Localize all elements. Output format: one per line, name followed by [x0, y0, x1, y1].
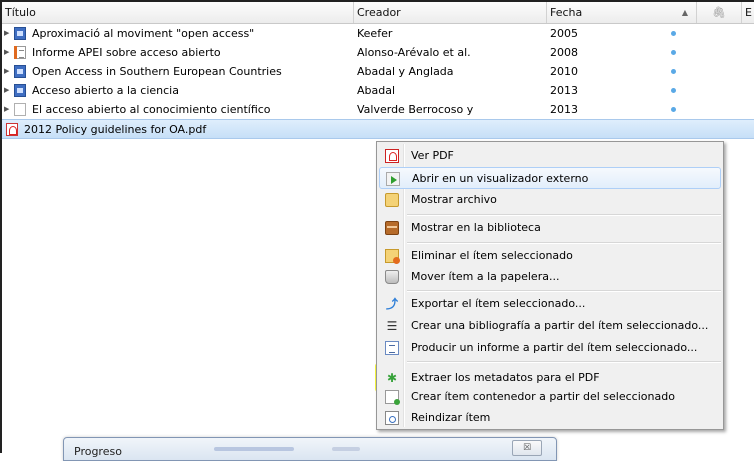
book-icon	[14, 84, 26, 97]
column-date-label: Fecha	[550, 6, 583, 19]
document-icon	[14, 103, 26, 116]
table-row[interactable]: ▶ El acceso abierto al conocimiento cien…	[2, 100, 754, 119]
menu-item-reindex[interactable]: Reindizar ítem	[379, 407, 721, 429]
column-header-creator[interactable]: Creador	[354, 2, 547, 23]
menu-item-label: Producir un informe a partir del ítem se…	[411, 341, 698, 354]
expand-arrow-icon[interactable]: ▶	[4, 24, 9, 43]
row-title: Open Access in Southern European Countri…	[32, 65, 282, 78]
menu-item-open-external[interactable]: Abrir en un visualizador externo	[379, 167, 721, 189]
row-title: El acceso abierto al conocimiento cientí…	[32, 103, 271, 116]
folder-icon	[385, 193, 399, 207]
bibliography-icon: ☰	[386, 319, 398, 333]
attachment-dot-icon	[671, 107, 676, 112]
delete-icon	[385, 249, 400, 264]
book-section-icon	[14, 27, 26, 40]
close-icon[interactable]: ☒	[512, 440, 542, 456]
table-row[interactable]: ▶ Open Access in Southern European Count…	[2, 62, 754, 81]
attachment-dot-icon	[671, 69, 676, 74]
attachment-dot-icon	[671, 50, 676, 55]
menu-item-show-in-library[interactable]: Mostrar en la biblioteca	[379, 217, 721, 239]
reindex-icon	[385, 411, 399, 425]
row-date: 2008	[550, 46, 578, 59]
pdf-icon	[385, 149, 399, 163]
row-date: 2010	[550, 65, 578, 78]
row-title: Aproximació al moviment "open access"	[32, 27, 255, 40]
row-title: 2012 Policy guidelines for OA.pdf	[24, 123, 207, 136]
menu-item-label: Mostrar archivo	[411, 193, 497, 206]
menu-separator	[407, 214, 721, 216]
library-icon	[385, 221, 399, 235]
menu-item-label: Exportar el ítem seleccionado...	[411, 297, 586, 310]
progress-dialog-text-blur	[332, 447, 360, 451]
table-row-selected[interactable]: 2012 Policy guidelines for OA.pdf	[2, 119, 754, 139]
row-title: Acceso abierto a la ciencia	[32, 84, 179, 97]
menu-item-view-pdf[interactable]: Ver PDF	[379, 145, 721, 167]
menu-item-label: Reindizar ítem	[411, 411, 491, 424]
row-date: 2005	[550, 27, 578, 40]
row-creator: Abadal	[357, 84, 396, 97]
menu-item-export[interactable]: ⤴ Exportar el ítem seleccionado...	[379, 293, 721, 315]
menu-separator	[407, 361, 721, 363]
column-extra-label: E	[745, 6, 752, 19]
sort-ascending-icon: ▲	[681, 8, 688, 17]
menu-separator	[407, 290, 721, 292]
row-creator: Keefer	[357, 27, 393, 40]
row-date: 2013	[550, 103, 578, 116]
row-creator: Alonso-Arévalo et al.	[357, 46, 471, 59]
trash-icon	[385, 270, 399, 284]
menu-separator	[407, 242, 721, 244]
progress-dialog-text-blur	[214, 447, 294, 451]
expand-arrow-icon[interactable]: ▶	[4, 43, 9, 62]
table-row[interactable]: ▶ Informe APEI sobre acceso abierto Alon…	[2, 43, 754, 62]
menu-item-label: Mover ítem a la papelera...	[411, 270, 560, 283]
menu-item-move-to-trash[interactable]: Mover ítem a la papelera...	[379, 266, 721, 288]
column-header-attachments[interactable]: 🖇	[697, 2, 742, 23]
items-table-header: Título Creador Fecha ▲ 🖇 E	[2, 2, 754, 24]
progress-dialog: Progreso ☒	[63, 437, 557, 461]
report-icon	[14, 46, 26, 59]
menu-item-label: Mostrar en la biblioteca	[411, 221, 541, 234]
book-icon	[14, 65, 26, 78]
column-title-label: Título	[5, 6, 36, 19]
menu-item-label: Eliminar el ítem seleccionado	[411, 249, 573, 262]
menu-item-show-file[interactable]: Mostrar archivo	[379, 189, 721, 211]
column-creator-label: Creador	[357, 6, 401, 19]
expand-arrow-icon[interactable]: ▶	[4, 62, 9, 81]
report-icon	[385, 341, 399, 355]
column-header-extra[interactable]: E	[742, 2, 754, 23]
menu-item-generate-report[interactable]: Producir un informe a partir del ítem se…	[379, 337, 721, 359]
expand-arrow-icon[interactable]: ▶	[4, 81, 9, 100]
table-row[interactable]: ▶ Aproximació al moviment "open access" …	[2, 24, 754, 43]
menu-item-label: Ver PDF	[411, 149, 454, 162]
attachment-dot-icon	[671, 31, 676, 36]
menu-item-label: Crear ítem contenedor a partir del selec…	[411, 390, 675, 403]
paperclip-icon: 🖇	[712, 6, 726, 19]
context-menu: Ver PDF Abrir en un visualizador externo…	[376, 141, 724, 430]
menu-item-label: Crear una bibliografía a partir del ítem…	[411, 319, 709, 332]
menu-item-create-parent[interactable]: Crear ítem contenedor a partir del selec…	[379, 386, 721, 408]
export-icon: ⤴	[385, 297, 398, 311]
column-header-date[interactable]: Fecha ▲	[547, 2, 697, 23]
puzzle-icon: ✱	[386, 371, 398, 385]
open-external-icon	[386, 172, 400, 186]
row-creator: Abadal y Anglada	[357, 65, 454, 78]
attachment-dot-icon	[671, 88, 676, 93]
pdf-icon	[6, 123, 18, 136]
menu-item-label: Abrir en un visualizador externo	[412, 172, 589, 185]
menu-item-create-bibliography[interactable]: ☰ Crear una bibliografía a partir del ít…	[379, 315, 721, 337]
expand-arrow-icon[interactable]: ▶	[4, 100, 9, 119]
row-date: 2013	[550, 84, 578, 97]
column-header-title[interactable]: Título	[2, 2, 354, 23]
table-row[interactable]: ▶ Acceso abierto a la ciencia Abadal 201…	[2, 81, 754, 100]
row-creator: Valverde Berrocoso y	[357, 103, 474, 116]
progress-dialog-title: Progreso	[74, 445, 122, 458]
create-parent-icon	[385, 390, 400, 405]
row-title: Informe APEI sobre acceso abierto	[32, 46, 221, 59]
menu-item-delete-selected[interactable]: Eliminar el ítem seleccionado	[379, 245, 721, 267]
